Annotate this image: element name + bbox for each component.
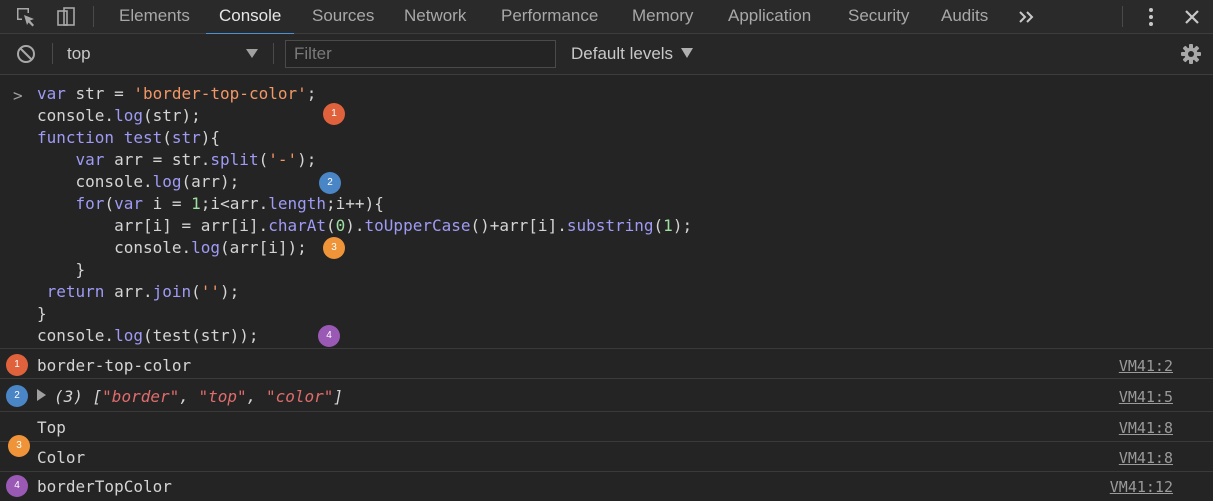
code-line: }	[37, 260, 86, 279]
divider	[273, 43, 274, 64]
source-link[interactable]: VM41:8	[1119, 419, 1173, 437]
annotation-badge: 3	[323, 237, 345, 259]
code-line: }	[37, 304, 47, 323]
message-text: border-top-color	[37, 356, 192, 375]
code-line: function test(str){	[37, 128, 221, 147]
source-link[interactable]: VM41:2	[1119, 357, 1173, 375]
tab-elements[interactable]: Elements	[119, 0, 190, 33]
gear-icon[interactable]	[1179, 34, 1203, 74]
more-tabs-icon[interactable]	[1014, 0, 1038, 33]
divider	[52, 43, 53, 64]
console-message: Color VM41:8	[0, 441, 1213, 472]
source-link[interactable]: VM41:8	[1119, 449, 1173, 467]
device-toolbar-icon[interactable]	[52, 0, 80, 33]
console-message: 4 borderTopColor VM41:12	[0, 471, 1213, 501]
tab-audits[interactable]: Audits	[941, 0, 988, 33]
code-line: var arr = str.split('-');	[37, 150, 317, 169]
expand-triangle-icon[interactable]	[37, 389, 46, 401]
console-panel[interactable]: > var str = 'border-top-color'; console.…	[0, 75, 1213, 500]
code-line: return arr.join('');	[37, 282, 240, 301]
log-levels-dropdown[interactable]: Default levels	[571, 34, 694, 74]
annotation-badge: 3	[8, 435, 30, 457]
annotation-badge: 1	[6, 354, 28, 376]
code-line: console.log(arr);	[37, 172, 240, 191]
array-preview[interactable]: (3) ["border", "top", "color"]	[37, 387, 343, 406]
annotation-badge: 1	[323, 103, 345, 125]
tab-application[interactable]: Application	[728, 0, 811, 33]
annotation-badge: 4	[318, 325, 340, 347]
annotation-badge: 4	[6, 475, 28, 497]
console-message: 2 (3) ["border", "top", "color"] VM41:5	[0, 378, 1213, 412]
prompt-chevron-icon: >	[13, 86, 23, 105]
divider	[1122, 6, 1123, 27]
annotation-badge: 2	[6, 385, 28, 407]
code-line: var str = 'border-top-color';	[37, 84, 317, 103]
filter-input[interactable]	[285, 40, 556, 68]
devtools-tab-bar: Elements Console Sources Network Perform…	[0, 0, 1213, 35]
inspect-element-icon[interactable]	[12, 0, 40, 33]
code-line: arr[i] = arr[i].charAt(0).toUpperCase()+…	[37, 216, 693, 235]
annotation-badge: 2	[319, 172, 341, 194]
chevron-down-icon[interactable]	[246, 49, 258, 58]
code-line: console.log(test(str));	[37, 326, 259, 345]
console-message: Top VM41:8	[0, 411, 1213, 442]
message-text: borderTopColor	[37, 477, 172, 496]
console-message: 1 border-top-color VM41:2	[0, 348, 1213, 379]
source-link[interactable]: VM41:12	[1110, 478, 1173, 496]
tab-sources[interactable]: Sources	[312, 0, 374, 33]
tab-console[interactable]: Console	[206, 0, 295, 35]
clear-console-icon[interactable]	[14, 34, 38, 74]
log-levels-label: Default levels	[571, 44, 674, 63]
chevron-down-icon	[681, 48, 694, 58]
tab-memory[interactable]: Memory	[632, 0, 693, 33]
console-toolbar: top Default levels	[0, 34, 1213, 75]
divider	[93, 6, 94, 27]
code-line: for(var i = 1;i<arr.length;i++){	[37, 194, 384, 213]
tab-security[interactable]: Security	[848, 0, 909, 33]
message-text: Color	[37, 448, 86, 467]
tab-performance[interactable]: Performance	[501, 0, 598, 33]
message-text: Top	[37, 418, 66, 437]
kebab-menu-icon[interactable]	[1140, 0, 1162, 33]
close-icon[interactable]	[1180, 0, 1204, 33]
context-selector[interactable]: top	[67, 34, 91, 74]
tab-network[interactable]: Network	[404, 0, 466, 33]
source-link[interactable]: VM41:5	[1119, 388, 1173, 406]
code-line: console.log(arr[i]);	[37, 238, 307, 257]
code-line: console.log(str);	[37, 106, 201, 125]
